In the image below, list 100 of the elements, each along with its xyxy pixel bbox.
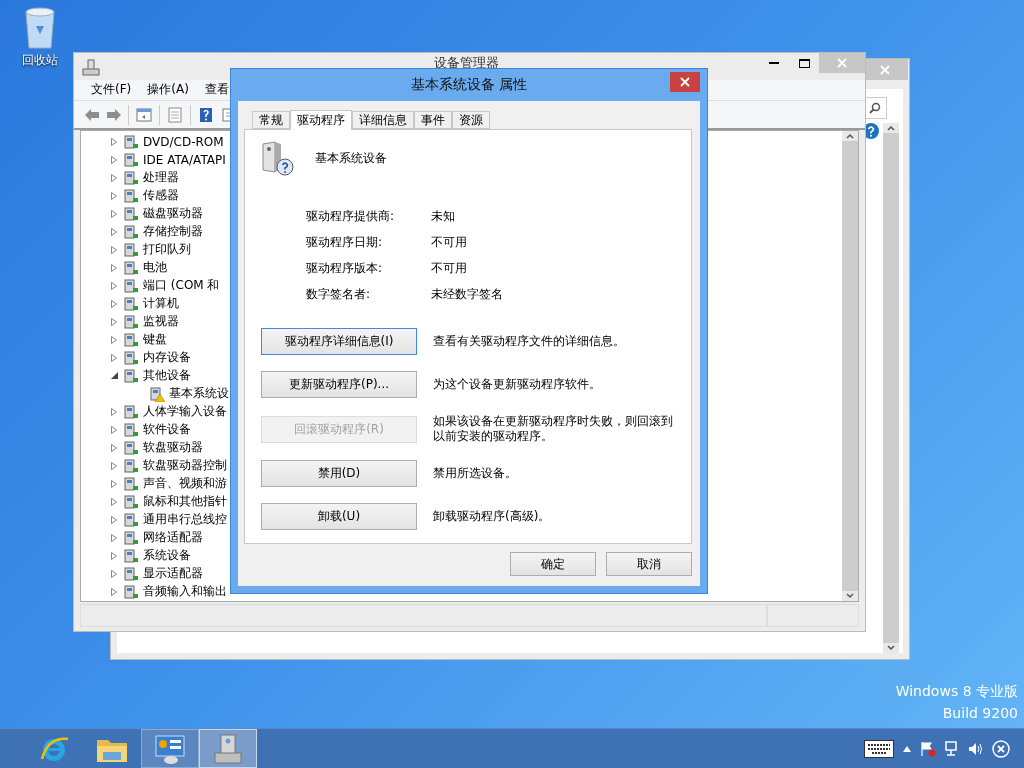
property-value: 不可用 (431, 234, 468, 250)
expand-arrow-icon[interactable] (109, 587, 119, 596)
network-icon[interactable] (944, 740, 960, 757)
device-icon (123, 529, 139, 546)
tree-item[interactable]: DVD/CD-ROM (143, 134, 224, 149)
help-icon[interactable] (197, 105, 215, 124)
expand-arrow-icon[interactable] (109, 137, 119, 146)
taskbar-button[interactable] (141, 729, 199, 768)
tree-item[interactable]: 网络适配器 (143, 529, 203, 547)
driver-action-button[interactable]: 更新驱动程序(P)... (261, 371, 417, 398)
expand-arrow-icon[interactable] (109, 299, 119, 308)
property-label: 数字签名者: (306, 286, 372, 302)
properties-icon[interactable] (135, 105, 153, 124)
tree-item[interactable]: 其他设备 (143, 367, 191, 385)
expand-arrow-icon[interactable] (109, 407, 119, 416)
tree-item[interactable]: 计算机 (143, 295, 179, 313)
dialog-button[interactable]: 确定 (510, 552, 596, 576)
expand-arrow-icon[interactable] (109, 353, 119, 362)
tree-item[interactable]: IDE ATA/ATAPI (143, 152, 226, 167)
collapse-arrow-icon[interactable] (109, 372, 119, 380)
edition-text: Windows 8 专业版 (895, 682, 1018, 701)
close-button[interactable] (670, 72, 700, 92)
tree-item[interactable]: 软件设备 (143, 421, 191, 439)
expand-arrow-icon[interactable] (109, 461, 119, 470)
tree-item[interactable]: 鼠标和其他指针 (143, 493, 227, 511)
device-icon (123, 367, 139, 384)
expand-arrow-icon[interactable] (109, 425, 119, 434)
window-title: 设备管理器 (434, 56, 499, 70)
expand-arrow-icon[interactable] (109, 281, 119, 290)
minimize-icon (769, 62, 779, 64)
tree-item[interactable]: 磁盘驱动器 (143, 205, 203, 223)
expand-arrow-icon[interactable] (109, 335, 119, 344)
forward-arrow-icon[interactable] (106, 106, 122, 123)
menu-item[interactable]: 操作(A) (147, 81, 189, 99)
scrollbar[interactable] (883, 123, 899, 653)
expand-arrow-icon[interactable] (109, 317, 119, 326)
tree-item[interactable]: 内存设备 (143, 349, 191, 367)
scroll-down-icon[interactable] (886, 643, 896, 653)
expand-arrow-icon[interactable] (109, 479, 119, 488)
tree-item[interactable]: 基本系统设 (169, 385, 229, 403)
expand-arrow-icon[interactable] (109, 551, 119, 560)
device-icon (123, 583, 139, 600)
expand-arrow-icon[interactable] (109, 191, 119, 200)
expand-arrow-icon[interactable] (109, 263, 119, 272)
expand-arrow-icon[interactable] (109, 155, 119, 164)
tree-item[interactable]: 软盘驱动器 (143, 439, 203, 457)
expand-arrow-icon[interactable] (109, 209, 119, 218)
tree-item[interactable]: 处理器 (143, 169, 179, 187)
taskbar-button[interactable] (199, 729, 257, 768)
tree-item[interactable]: 系统设备 (143, 547, 191, 565)
device-icon (123, 277, 139, 294)
flag-icon[interactable] (920, 740, 936, 757)
document-icon[interactable] (166, 105, 184, 124)
expand-arrow-icon[interactable] (109, 227, 119, 236)
tab[interactable]: 常规 (252, 111, 290, 129)
menu-item[interactable]: 文件(F) (91, 81, 132, 99)
driver-action-button[interactable]: 驱动程序详细信息(I) (261, 328, 417, 355)
scroll-down-icon[interactable] (845, 590, 855, 601)
scrollbar[interactable] (842, 130, 858, 601)
tab[interactable]: 详细信息 (352, 111, 414, 129)
menu-item[interactable]: 查看 (204, 81, 229, 99)
scroll-up-icon[interactable] (886, 123, 896, 133)
close-circle-icon[interactable] (992, 739, 1010, 758)
show-hidden-icons-arrow-icon[interactable] (902, 744, 912, 753)
driver-action-button[interactable]: 卸载(U) (261, 503, 417, 530)
tree-item[interactable]: 人体学输入设备 (143, 403, 227, 421)
device-icon (123, 403, 139, 420)
tree-item[interactable]: 传感器 (143, 187, 179, 205)
tree-item[interactable]: 监视器 (143, 313, 179, 331)
device-icon (123, 475, 139, 492)
dialog-button[interactable]: 取消 (606, 552, 692, 576)
tree-item[interactable]: 声音、视频和游 (143, 475, 227, 493)
property-label: 驱动程序提供商: (306, 208, 396, 224)
tree-item[interactable]: 打印队列 (143, 241, 191, 259)
driver-action-button[interactable]: 禁用(D) (261, 460, 417, 487)
expand-arrow-icon[interactable] (109, 173, 119, 182)
expand-arrow-icon[interactable] (109, 533, 119, 542)
expand-arrow-icon[interactable] (109, 443, 119, 452)
tree-item[interactable]: 电池 (143, 259, 167, 277)
tree-item[interactable]: 存储控制器 (143, 223, 203, 241)
tab[interactable]: 事件 (414, 111, 452, 129)
tree-item[interactable]: 端口 (COM 和 (143, 277, 220, 295)
action-description: 查看有关驱动程序文件的详细信息。 (433, 334, 626, 349)
expand-arrow-icon[interactable] (109, 515, 119, 524)
tree-item[interactable]: 软盘驱动器控制 (143, 457, 227, 475)
tree-item[interactable]: 通用串行总线控 (143, 511, 227, 529)
tab[interactable]: 资源 (452, 111, 490, 129)
expand-arrow-icon[interactable] (109, 245, 119, 254)
search-icon (869, 102, 881, 114)
expand-arrow-icon[interactable] (109, 497, 119, 506)
close-icon[interactable] (680, 77, 690, 87)
tree-item[interactable]: 键盘 (143, 331, 167, 349)
keyboard-icon[interactable] (864, 739, 894, 758)
expand-arrow-icon[interactable] (109, 569, 119, 578)
dialog-title: 基本系统设备 属性 (410, 76, 528, 94)
device-icon (123, 133, 139, 150)
tree-item[interactable]: 显示适配器 (143, 565, 203, 583)
device-manager-icon (82, 59, 100, 77)
tree-item[interactable]: 音频输入和输出 (143, 583, 227, 601)
tab[interactable]: 驱动程序 (290, 110, 352, 130)
